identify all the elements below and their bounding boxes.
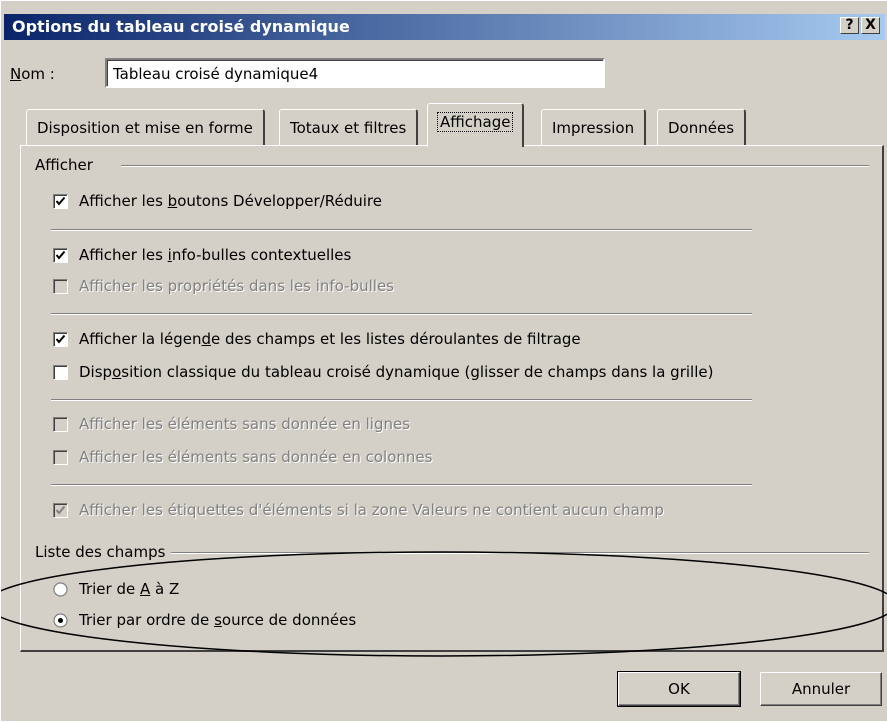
checkbox-box[interactable] [53,194,68,209]
checkbox-label: Afficher les éléments sans donnée en lig… [79,415,411,433]
tab-label: Impression [552,119,635,137]
radio-label: Trier par ordre de source de données [79,611,357,629]
help-button[interactable]: ? [840,17,859,34]
tab-totaux[interactable]: Totaux et filtres [279,109,419,145]
tab-affichage[interactable]: Affichage [427,103,525,147]
checkbox-box[interactable] [53,248,68,263]
separator [51,484,752,486]
pivot-options-dialog: Options du tableau croisé dynamique ? X … [0,0,887,721]
close-button[interactable]: X [861,17,880,34]
checkbox-box [53,279,68,294]
checkbox-box[interactable] [53,365,68,380]
checkbox-label: Afficher les info-bulles contextuelles [79,246,352,264]
checkbox-box [53,503,68,518]
checkbox-label: Afficher les propriétés dans les info-bu… [79,277,394,295]
radio-label: Trier de A à Z [79,580,180,598]
separator [51,313,752,315]
window-title: Options du tableau croisé dynamique [12,17,350,36]
tab-impression[interactable]: Impression [541,109,647,145]
tab-label: Affichage [436,112,514,132]
field-list-group-line [171,552,869,554]
field-list-group-label: Liste des champs [35,542,172,562]
separator [51,399,752,401]
name-accel: N [10,65,22,83]
checkbox-box[interactable] [53,332,68,347]
separator [51,229,752,231]
checkbox-label: Disposition classique du tableau croisé … [79,363,714,381]
checkbox-label: Afficher les étiquettes d'éléments si la… [79,501,664,519]
afficher-group-label: Afficher [35,155,99,175]
tab-label: Disposition et mise en forme [37,119,253,137]
checkbox-label: Afficher les boutons Développer/Réduire [79,192,382,210]
radio-button[interactable] [53,582,68,597]
checkbox-box [53,450,68,465]
cancel-button[interactable]: Annuler [760,672,882,706]
title-bar[interactable]: Options du tableau croisé dynamique ? X [4,14,885,40]
checkbox-label: Afficher les éléments sans donnée en col… [79,448,433,466]
radio-button[interactable] [53,613,68,628]
tab-donnees[interactable]: Données [657,109,747,145]
name-label: Nom : [10,65,55,83]
checkbox-label: Afficher la légende des champs et les li… [79,330,581,348]
checkbox-box [53,417,68,432]
name-input[interactable]: Tableau croisé dynamique4 [105,58,605,88]
ok-button[interactable]: OK [617,671,741,707]
tab-label: Données [668,119,735,137]
tab-label: Totaux et filtres [290,119,407,137]
tab-disposition[interactable]: Disposition et mise en forme [26,109,265,145]
afficher-group-line [121,165,869,167]
